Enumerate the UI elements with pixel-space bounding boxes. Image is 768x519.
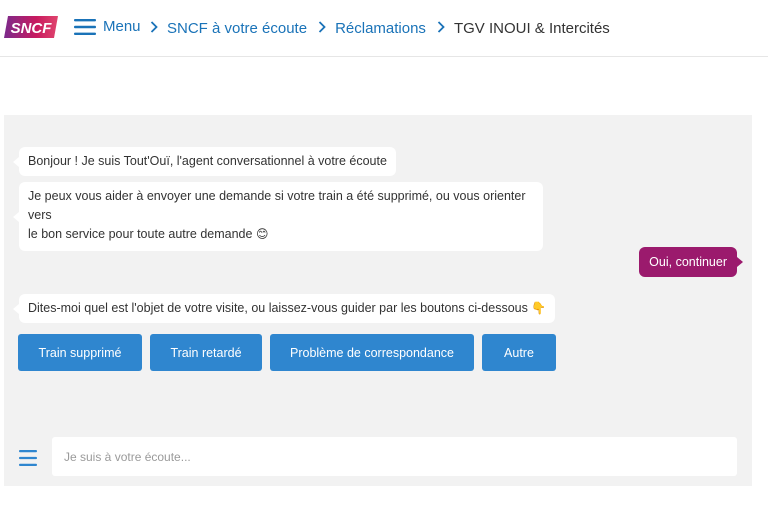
message-text: Oui, continuer: [649, 255, 727, 269]
breadcrumb-current: TGV INOUI & Intercités: [453, 20, 610, 37]
train-retarde-button[interactable]: Train retardé: [150, 334, 262, 371]
logo-text: SNCF: [11, 20, 53, 37]
autre-button[interactable]: Autre: [482, 334, 556, 371]
message-text: Dites-moi quel est l'objet de votre visi…: [28, 301, 528, 315]
chevron-right-icon: [150, 20, 158, 37]
chat-panel: Bonjour ! Je suis Tout'Ouï, l'agent conv…: [4, 115, 752, 486]
hamburger-icon[interactable]: [19, 450, 37, 466]
hamburger-icon: [74, 18, 96, 35]
chevron-right-icon: [318, 20, 326, 37]
breadcrumb-link-sncf-a-votre-ecoute[interactable]: SNCF à votre écoute: [167, 20, 307, 37]
bot-message: Je peux vous aider à envoyer une demande…: [13, 182, 543, 251]
quick-reply-buttons: Train supprimé Train retardé Problème de…: [18, 334, 556, 371]
message-text-line1: Je peux vous aider à envoyer une demande…: [28, 189, 526, 222]
message-text: Bonjour ! Je suis Tout'Ouï, l'agent conv…: [28, 154, 387, 168]
probleme-correspondance-button[interactable]: Problème de correspondance: [270, 334, 474, 371]
user-message: Oui, continuer: [639, 247, 743, 277]
breadcrumb-link-reclamations[interactable]: Réclamations: [335, 20, 426, 37]
breadcrumb: SNCF à votre écoute Réclamations TGV INO…: [148, 20, 610, 37]
bot-message: Bonjour ! Je suis Tout'Ouï, l'agent conv…: [13, 147, 396, 176]
train-supprime-button[interactable]: Train supprimé: [18, 334, 142, 371]
sncf-logo[interactable]: SNCF: [4, 12, 60, 40]
chat-message-input[interactable]: [52, 437, 737, 476]
top-header: SNCF Menu SNCF à votre écoute Réclamatio…: [0, 0, 768, 57]
message-text-line2: le bon service pour toute autre demande: [28, 227, 253, 241]
bot-message: Dites-moi quel est l'objet de votre visi…: [12, 294, 556, 323]
pointing-down-emoji-icon: 👇: [531, 301, 547, 315]
chevron-right-icon: [437, 20, 445, 37]
menu-button[interactable]: Menu: [74, 18, 141, 35]
chat-input-row: [4, 437, 752, 477]
smile-emoji-icon: 😊: [255, 227, 269, 241]
menu-label: Menu: [103, 18, 141, 35]
